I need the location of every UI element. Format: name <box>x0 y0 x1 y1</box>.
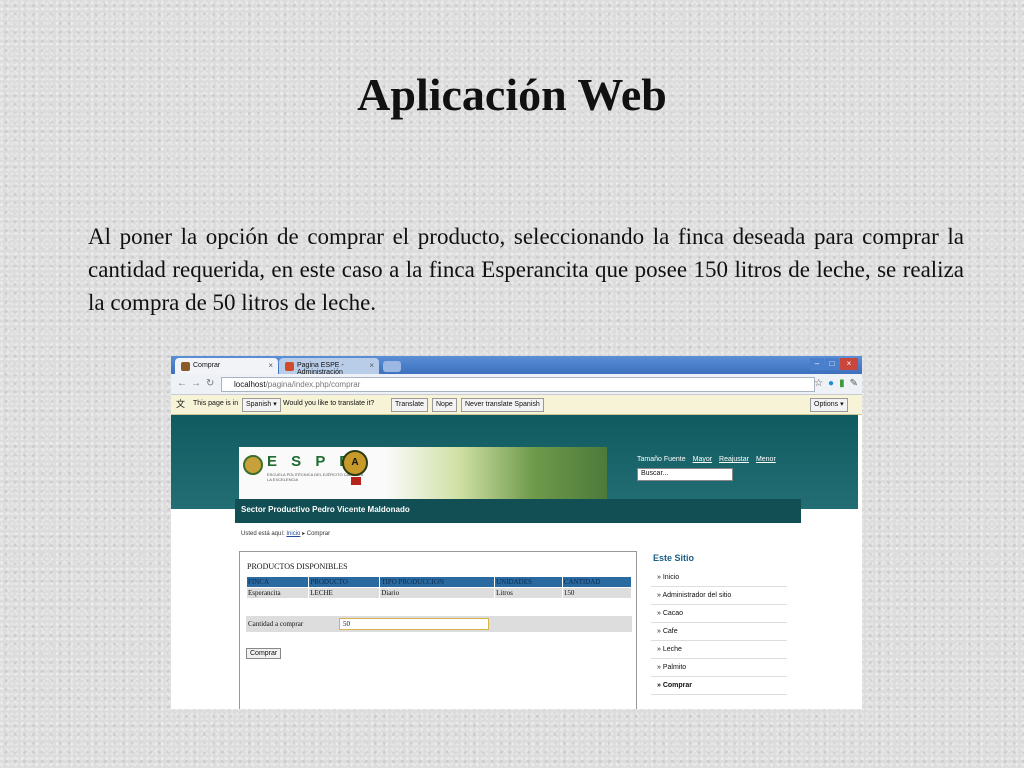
cell-finca: Esperancita <box>245 587 310 599</box>
back-icon[interactable]: ← <box>177 378 187 389</box>
slide-title: Aplicación Web <box>357 69 667 120</box>
quantity-label: Cantidad a comprar <box>248 620 304 628</box>
breadcrumb: Usted está aquí: Inicio ▸ Comprar <box>241 530 330 537</box>
ribbon-icon <box>351 477 361 485</box>
tab-admin[interactable]: Pagina ESPE - Administración × <box>279 358 379 376</box>
nope-button[interactable]: Nope <box>432 398 457 412</box>
translate-question: Would you like to translate it? <box>283 400 375 407</box>
sidebar-item-palmito[interactable]: » Palmito <box>651 659 787 677</box>
cell-cantidad: 150 <box>561 587 633 599</box>
seal-icon <box>243 455 263 475</box>
font-size-controls: Tamaño Fuente Mayor Reajustar Menor <box>637 456 776 463</box>
close-icon[interactable]: × <box>369 361 374 370</box>
col-cantidad: CANTIDAD <box>561 576 633 588</box>
font-reset-link[interactable]: Reajustar <box>719 456 749 463</box>
breadcrumb-prefix: Usted está aquí: <box>241 531 285 537</box>
breadcrumb-separator: ▸ <box>302 531 306 537</box>
wrench-icon[interactable]: ✎ <box>850 378 858 389</box>
font-size-label: Tamaño Fuente <box>637 456 686 463</box>
url-host: localhost <box>234 380 266 389</box>
forward-icon[interactable]: → <box>191 378 201 389</box>
address-bar: ← → ↻ localhost/pagina/index.php/comprar… <box>171 374 862 395</box>
never-translate-button[interactable]: Never translate Spanish <box>461 398 544 412</box>
signal-icon[interactable]: ▮ <box>839 378 845 389</box>
col-unidades: UNIDADES <box>494 576 563 588</box>
col-tipo-produccion: TIPO PRODUCCION <box>379 576 496 588</box>
font-smaller-link[interactable]: Menor <box>756 456 776 463</box>
translate-button[interactable]: Translate <box>391 398 428 412</box>
window-close-icon[interactable]: × <box>840 358 858 370</box>
products-panel: PRODUCTOS DISPONIBLES FINCA PRODUCTO TIP… <box>239 551 637 709</box>
url-input[interactable]: localhost/pagina/index.php/comprar <box>221 377 815 392</box>
toolbar-icons: ☆ ● ▮ ✎ <box>814 378 858 389</box>
language-select[interactable]: Spanish ▾ <box>242 398 281 412</box>
translate-prefix: This page is in <box>193 400 239 407</box>
close-icon[interactable]: × <box>268 361 273 370</box>
tab-comprar[interactable]: Comprar × <box>175 358 278 374</box>
sidebar-item-cafe[interactable]: » Cafe <box>651 623 787 641</box>
espe-logo: E S P E ESCUELA POLITÉCNICA DEL EJÉRCITO… <box>239 447 607 499</box>
badge-icon: A <box>342 450 368 476</box>
font-bigger-link[interactable]: Mayor <box>693 456 712 463</box>
quantity-input[interactable]: 50 <box>339 618 489 630</box>
sidebar-item-inicio[interactable]: » Inicio <box>651 569 787 587</box>
site-banner: E S P E ESCUELA POLITÉCNICA DEL EJÉRCITO… <box>171 415 858 509</box>
sidebar-item-administrador[interactable]: » Administrador del sitio <box>651 587 787 605</box>
sector-title: Sector Productivo Pedro Vicente Maldonad… <box>235 499 801 523</box>
translate-icon: 文 <box>176 399 186 409</box>
cell-tipo-produccion: Diario <box>379 587 496 599</box>
comprar-button[interactable]: Comprar <box>246 648 282 659</box>
slide-body-text: Al poner la opción de comprar el product… <box>88 224 964 315</box>
table-row[interactable]: Esperancita LECHE Diario Litros 150 <box>245 587 633 599</box>
maximize-icon[interactable]: □ <box>825 358 839 370</box>
products-table: FINCA PRODUCTO TIPO PRODUCCION UNIDADES … <box>245 576 633 599</box>
breadcrumb-home-link[interactable]: Inicio <box>286 531 300 537</box>
translate-infobar: 文 This page is in Spanish ▾ Would you li… <box>171 395 862 415</box>
sidebar-item-comprar[interactable]: » Comprar <box>651 677 787 695</box>
breadcrumb-current: Comprar <box>306 531 331 537</box>
sidebar-title: Este Sitio <box>653 553 695 563</box>
cell-producto: LECHE <box>308 587 381 599</box>
new-tab-button[interactable] <box>383 361 401 372</box>
reload-icon[interactable]: ↻ <box>206 378 214 389</box>
site-sidebar: Este Sitio » Inicio » Administrador del … <box>651 553 787 695</box>
window-controls: – □ × <box>810 358 858 370</box>
col-producto: PRODUCTO <box>308 576 381 588</box>
table-header-row: FINCA PRODUCTO TIPO PRODUCCION UNIDADES … <box>245 576 633 588</box>
options-button[interactable]: Options ▾ <box>810 398 848 412</box>
web-page: E S P E ESCUELA POLITÉCNICA DEL EJÉRCITO… <box>171 415 862 709</box>
tab-label: Comprar <box>193 362 221 369</box>
sidebar-item-leche[interactable]: » Leche <box>651 641 787 659</box>
admin-page-icon <box>285 362 294 371</box>
url-path: /pagina/index.php/comprar <box>265 380 361 389</box>
skype-icon[interactable]: ● <box>828 378 834 389</box>
quantity-row: Cantidad a comprar 50 <box>246 616 632 632</box>
star-icon[interactable]: ☆ <box>814 378 823 389</box>
sidebar-item-cacao[interactable]: » Cacao <box>651 605 787 623</box>
cell-unidades: Litros <box>494 587 563 599</box>
page-icon <box>181 362 190 371</box>
browser-screenshot: Comprar × Pagina ESPE - Administración ×… <box>171 356 862 709</box>
browser-tab-bar: Comprar × Pagina ESPE - Administración ×… <box>171 356 862 376</box>
search-input[interactable]: Buscar... <box>637 468 733 481</box>
products-title: PRODUCTOS DISPONIBLES <box>247 562 348 571</box>
minimize-icon[interactable]: – <box>810 358 824 370</box>
col-finca: FINCA <box>245 576 310 588</box>
